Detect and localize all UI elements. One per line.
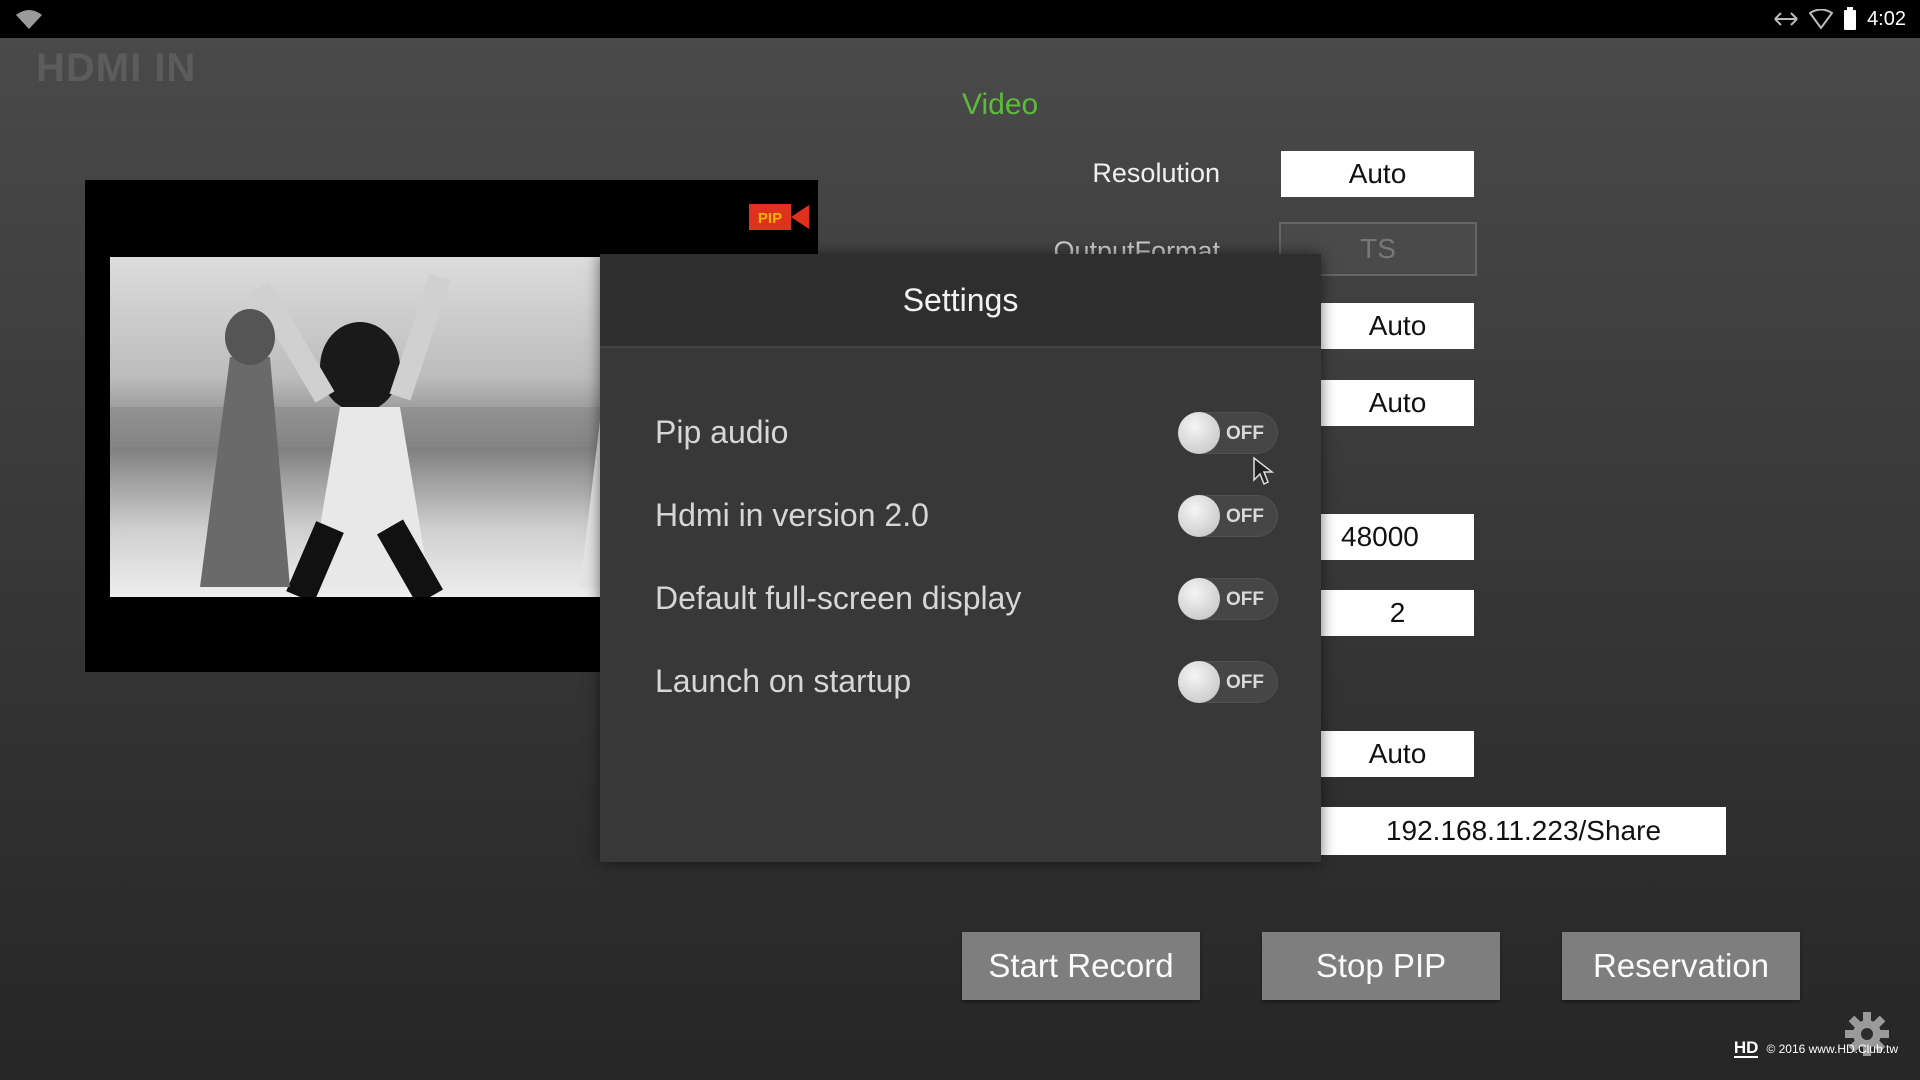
reservation-button[interactable]: Reservation bbox=[1562, 932, 1800, 1000]
toggle-knob bbox=[1178, 661, 1220, 703]
channels-field[interactable]: 2 bbox=[1321, 590, 1474, 636]
setting-label: Launch on startup bbox=[655, 663, 912, 699]
setting-field-1[interactable]: Auto bbox=[1321, 303, 1474, 349]
status-bar: 4:02 bbox=[0, 0, 1920, 38]
hdmi-version-toggle[interactable]: OFF bbox=[1178, 495, 1278, 537]
toggle-knob bbox=[1178, 412, 1220, 454]
toggle-knob bbox=[1178, 578, 1220, 620]
fullscreen-display-toggle[interactable]: OFF bbox=[1178, 578, 1278, 620]
resolution-field[interactable]: Auto bbox=[1281, 151, 1474, 197]
network-arrows-icon bbox=[1774, 12, 1798, 26]
mouse-cursor-icon bbox=[1253, 456, 1274, 486]
pip-badge-label: PIP bbox=[758, 210, 782, 227]
toggle-state: OFF bbox=[1226, 589, 1264, 610]
battery-icon bbox=[1844, 7, 1857, 30]
start-record-button[interactable]: Start Record bbox=[962, 932, 1200, 1000]
setting-field-auto[interactable]: Auto bbox=[1321, 731, 1474, 777]
toggle-state: OFF bbox=[1226, 506, 1264, 527]
stop-pip-button[interactable]: Stop PIP bbox=[1262, 932, 1500, 1000]
hd-club-logo: HD bbox=[1733, 1038, 1759, 1058]
app-title: HDMI IN bbox=[36, 46, 197, 90]
pip-audio-toggle[interactable]: OFF bbox=[1178, 412, 1278, 454]
video-content-image bbox=[110, 273, 680, 597]
launch-startup-toggle[interactable]: OFF bbox=[1178, 661, 1278, 703]
setting-label: Hdmi in version 2.0 bbox=[655, 497, 929, 533]
setting-launch-startup: Launch on startup OFF bbox=[600, 653, 1321, 713]
toggle-knob bbox=[1178, 495, 1220, 537]
watermark: HD © 2016 www.HD.Club.tw bbox=[1733, 1038, 1898, 1058]
sample-rate-field[interactable]: 48000 bbox=[1321, 514, 1474, 560]
setting-label: Default full-screen display bbox=[655, 580, 1022, 616]
wifi-icon bbox=[16, 10, 42, 29]
save-path-field[interactable]: 192.168.11.223/Share bbox=[1321, 807, 1726, 855]
setting-fullscreen-display: Default full-screen display OFF bbox=[600, 570, 1321, 630]
video-frame bbox=[110, 257, 680, 597]
toggle-state: OFF bbox=[1226, 423, 1264, 444]
watermark-text: © 2016 www.HD.Club.tw bbox=[1766, 1042, 1898, 1056]
status-icons: 4:02 bbox=[1773, 0, 1906, 38]
pip-camera-icon: PIP bbox=[749, 204, 809, 230]
setting-pip-audio: Pip audio OFF bbox=[600, 404, 1321, 464]
clock: 4:02 bbox=[1867, 7, 1906, 30]
settings-dialog-title: Settings bbox=[600, 254, 1321, 348]
resolution-label: Resolution bbox=[1092, 158, 1220, 188]
video-section-title: Video bbox=[962, 88, 1039, 121]
setting-hdmi-version: Hdmi in version 2.0 OFF bbox=[600, 487, 1321, 547]
setting-label: Pip audio bbox=[655, 414, 789, 450]
signal-icon bbox=[1809, 9, 1834, 29]
settings-dialog: Settings Pip audio OFF Hdmi in version 2… bbox=[600, 254, 1321, 862]
setting-field-2[interactable]: Auto bbox=[1321, 380, 1474, 426]
toggle-state: OFF bbox=[1226, 672, 1264, 693]
